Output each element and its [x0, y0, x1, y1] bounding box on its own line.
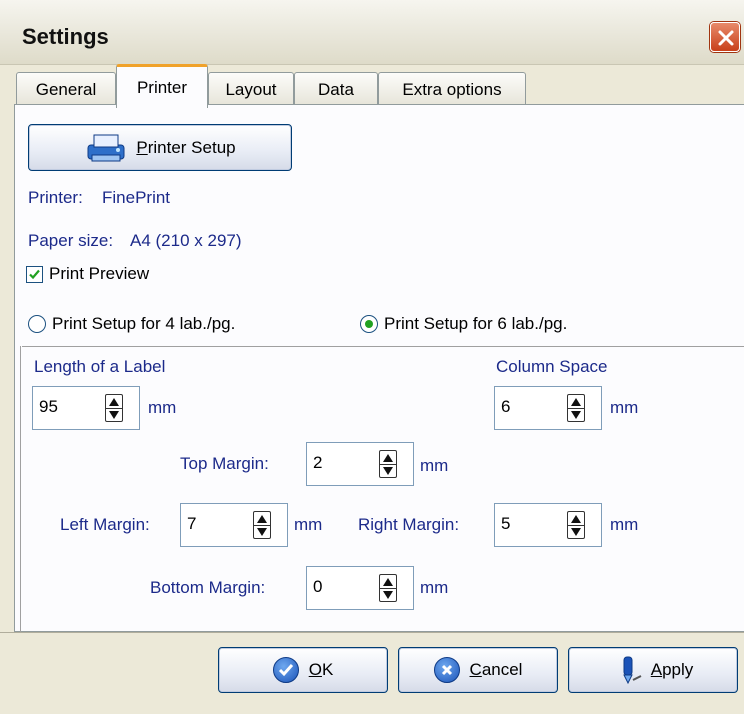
check-icon — [29, 269, 40, 279]
top-margin-label: Top Margin: — [180, 454, 269, 473]
arrow-down-icon — [383, 591, 393, 599]
left-margin-label: Left Margin: — [60, 515, 150, 534]
arrow-up-icon — [571, 515, 581, 523]
arrow-up-icon — [109, 398, 119, 406]
column-space-label: Column Space — [496, 357, 608, 376]
cancel-mnemonic: C — [469, 660, 482, 679]
length-unit: mm — [148, 398, 177, 417]
close-icon — [718, 30, 734, 46]
print-preview-label: Print Preview — [49, 264, 150, 283]
bottom-margin-spinner[interactable]: 0 — [306, 566, 414, 610]
spin-arrows[interactable] — [567, 394, 585, 422]
arrow-down-icon — [257, 528, 267, 536]
close-button[interactable] — [710, 22, 740, 52]
radio-dot — [365, 320, 373, 328]
arrow-up-icon — [571, 398, 581, 406]
right-margin-spinner[interactable]: 5 — [494, 503, 602, 547]
print-preview-checkbox[interactable]: Print Preview — [26, 264, 149, 284]
apply-button[interactable]: Apply — [568, 647, 738, 693]
tab-printer[interactable]: Printer — [116, 64, 208, 108]
spin-arrows[interactable] — [105, 394, 123, 422]
top-margin-unit: mm — [420, 456, 449, 475]
radio-6-per-page[interactable]: Print Setup for 6 lab./pg. — [360, 313, 567, 335]
bottom-margin-label: Bottom Margin: — [150, 578, 266, 597]
tab-data[interactable]: Data — [294, 72, 378, 106]
spin-arrows[interactable] — [567, 511, 585, 539]
printer-setup-label: rinter Setup — [147, 137, 236, 157]
arrow-down-icon — [571, 528, 581, 536]
tab-general[interactable]: General — [16, 72, 116, 106]
radio-button-selected — [360, 315, 378, 333]
right-margin-unit: mm — [610, 515, 639, 534]
length-value: 95 — [39, 397, 58, 416]
top-margin-spinner[interactable]: 2 — [306, 442, 414, 486]
spin-arrows[interactable] — [379, 450, 397, 478]
printer-setup-mnemonic: P — [136, 137, 148, 157]
arrow-up-icon — [257, 515, 267, 523]
spin-arrows[interactable] — [379, 574, 397, 602]
ok-check-icon — [272, 657, 299, 683]
tab-extra-options[interactable]: Extra options — [378, 72, 526, 106]
ok-button[interactable]: OK — [218, 647, 388, 693]
left-margin-unit: mm — [294, 515, 323, 534]
column-space-unit: mm — [610, 398, 639, 417]
checkbox-box — [26, 265, 43, 283]
tab-layout[interactable]: Layout — [208, 72, 294, 106]
arrow-down-icon — [109, 411, 119, 419]
group-divider — [22, 346, 744, 347]
right-margin-label: Right Margin: — [358, 515, 460, 534]
ok-mnemonic: O — [308, 660, 322, 679]
radio-4-per-page[interactable]: Print Setup for 4 lab./pg. — [28, 313, 235, 335]
printer-icon — [87, 134, 125, 161]
spin-arrows[interactable] — [253, 511, 271, 539]
arrow-down-icon — [571, 411, 581, 419]
apply-mnemonic: A — [650, 660, 663, 679]
title-bar: Settings — [0, 0, 744, 65]
bottom-margin-value: 0 — [313, 577, 323, 596]
arrow-up-icon — [383, 454, 393, 462]
printer-setup-button[interactable]: Printer Setup — [28, 124, 292, 171]
cancel-button[interactable]: Cancel — [398, 647, 558, 693]
arrow-up-icon — [383, 578, 393, 586]
apply-label: pply — [662, 660, 694, 679]
length-spinner[interactable]: 95 — [32, 386, 140, 430]
top-margin-value: 2 — [313, 453, 323, 472]
radio-4-label: Print Setup for 4 lab./pg. — [52, 314, 236, 333]
radio-button-unselected — [28, 315, 46, 333]
right-margin-value: 5 — [501, 514, 511, 533]
radio-6-label: Print Setup for 6 lab./pg. — [384, 314, 568, 333]
arrow-down-icon — [383, 467, 393, 475]
column-space-value: 6 — [501, 397, 511, 416]
cancel-label: ancel — [481, 660, 523, 679]
left-margin-value: 7 — [187, 514, 197, 533]
left-margin-spinner[interactable]: 7 — [180, 503, 288, 547]
ok-label: K — [321, 660, 334, 679]
length-label: Length of a Label — [34, 357, 166, 376]
apply-pen-icon — [622, 656, 642, 685]
column-space-spinner[interactable]: 6 — [494, 386, 602, 430]
cancel-x-icon — [433, 657, 460, 683]
paper-size-value: A4 (210 x 297) — [130, 231, 242, 250]
group-left-border — [20, 346, 21, 632]
printer-label: Printer: — [28, 188, 83, 207]
bottom-margin-unit: mm — [420, 578, 449, 597]
paper-size-label: Paper size: — [28, 231, 114, 250]
printer-value: FinePrint — [102, 188, 171, 207]
window-title: Settings — [22, 24, 109, 49]
